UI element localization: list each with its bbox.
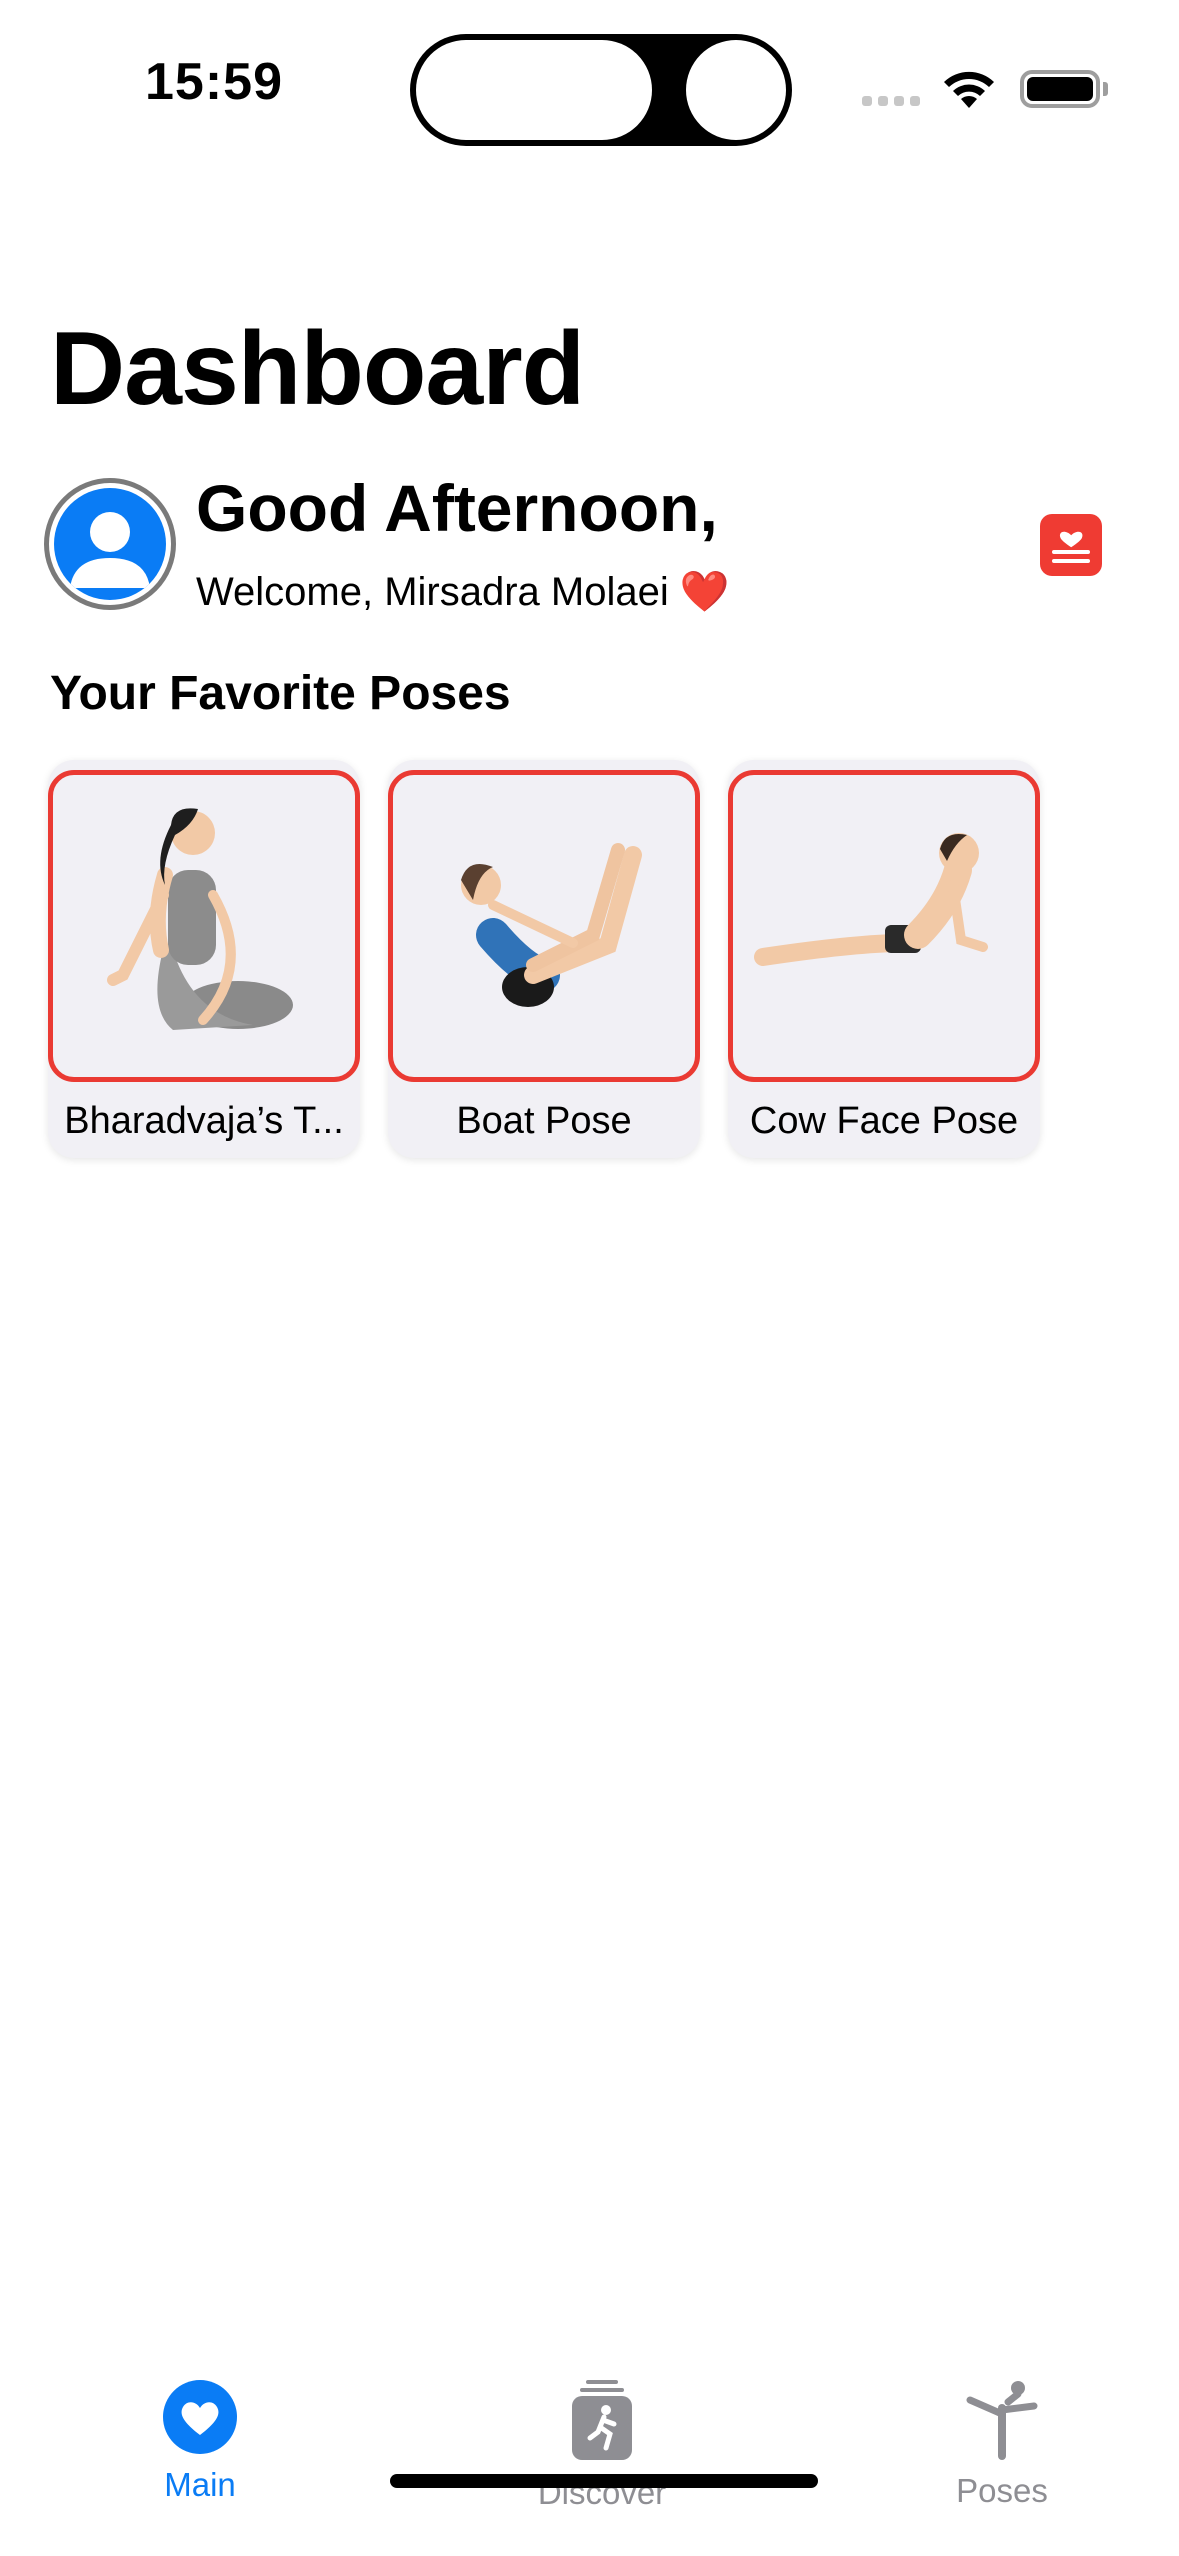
pose-image [388,770,700,1082]
pose-image [48,770,360,1082]
heart-list-icon [1052,531,1090,563]
pose-card[interactable]: Bharadvaja’s T... [48,760,360,1158]
pose-card[interactable]: Boat Pose [388,760,700,1158]
home-indicator [390,2474,818,2488]
battery-cap [1103,82,1108,96]
tab-poses[interactable]: Poses [892,2380,1112,2510]
pose-icon [966,2381,1038,2460]
greeting-text: Good Afternoon, [196,471,718,545]
island-dot [686,40,786,140]
battery-icon [1020,70,1100,108]
tab-label: Main [164,2466,236,2503]
wifi-icon [944,71,994,108]
tab-label: Poses [956,2472,1048,2509]
tab-discover[interactable]: Discover [492,2380,712,2512]
pose-name: Boat Pose [456,1100,632,1142]
welcome-text: Welcome, Mirsadra Molaei ❤️ [196,570,730,614]
cellular-signal-icon [862,96,920,106]
pose-image [728,770,1040,1082]
status-time: 15:59 [145,53,283,111]
pose-card[interactable]: Cow Face Pose [728,760,1040,1158]
island-pill [416,40,652,140]
screen: 15:59 Dashboard Good Afternoon, Welcome,… [0,0,1179,2556]
section-title: Your Favorite Poses [50,667,511,720]
person-icon [70,512,150,588]
discover-icon [572,2380,632,2460]
dynamic-island [410,34,792,146]
avatar[interactable] [44,478,176,610]
page-title: Dashboard [50,311,585,427]
favorites-list-button[interactable] [1040,514,1102,576]
pose-name: Bharadvaja’s T... [64,1100,344,1142]
tab-main[interactable]: Main [90,2380,310,2504]
heart-icon [163,2380,237,2454]
pose-name: Cow Face Pose [749,1100,1019,1142]
